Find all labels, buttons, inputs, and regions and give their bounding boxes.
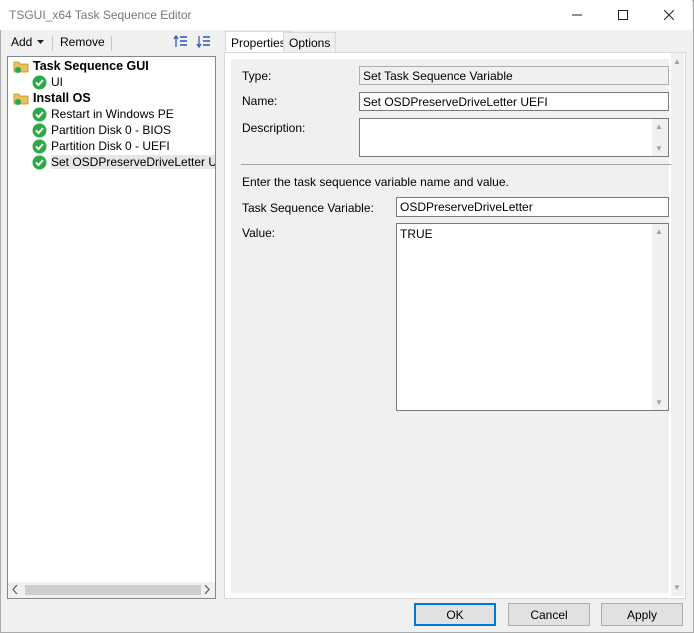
add-button[interactable]: Add — [11, 31, 45, 53]
minimize-icon — [572, 10, 582, 20]
scroll-up-icon[interactable]: ▲ — [655, 122, 663, 131]
tree-item-label: UI — [51, 75, 63, 89]
scroll-down-icon[interactable]: ▼ — [655, 398, 663, 407]
value-field[interactable]: TRUE ▲ ▼ — [396, 223, 669, 411]
variable-label: Task Sequence Variable: — [242, 201, 374, 215]
scroll-down-icon[interactable]: ▼ — [673, 583, 681, 592]
tab-label: Properties — [231, 35, 286, 50]
close-button[interactable] — [646, 0, 692, 30]
toolbar-divider — [111, 36, 112, 51]
cancel-button[interactable]: Cancel — [508, 603, 590, 626]
value-scrollbar[interactable]: ▲ ▼ — [652, 224, 668, 410]
tree-item-label: Partition Disk 0 - UEFI — [51, 139, 170, 153]
scroll-down-icon[interactable]: ▼ — [655, 144, 663, 153]
scroll-up-icon[interactable]: ▲ — [655, 227, 663, 236]
properties-panel: Type: Set Task Sequence Variable Name: S… — [224, 52, 686, 599]
type-field: Set Task Sequence Variable — [359, 66, 669, 85]
window-title: TSGUI_x64 Task Sequence Editor — [9, 8, 192, 22]
scroll-right-icon[interactable] — [204, 585, 210, 594]
type-label: Type: — [242, 69, 272, 83]
instruction-text: Enter the task sequence variable name an… — [242, 175, 509, 189]
tab-options[interactable]: Options — [283, 32, 337, 52]
tree-group-label: Install OS — [33, 91, 91, 105]
type-value: Set Task Sequence Variable — [363, 68, 513, 83]
name-field[interactable]: Set OSDPreserveDriveLetter UEFI — [359, 92, 669, 111]
cancel-button-label: Cancel — [530, 607, 568, 622]
ok-button[interactable]: OK — [414, 603, 496, 626]
description-label: Description: — [242, 121, 306, 135]
tab-label: Options — [289, 35, 331, 50]
scroll-up-icon[interactable]: ▲ — [673, 57, 681, 66]
tree-item-label: Restart in Windows PE — [51, 107, 174, 121]
tree-item-ui[interactable]: UI — [32, 74, 63, 90]
tree-item-restart-in-windows-pe[interactable]: Restart in Windows PE — [32, 106, 174, 122]
value-label: Value: — [242, 226, 276, 240]
scrollbar-thumb[interactable] — [25, 585, 201, 595]
close-icon — [664, 10, 674, 20]
minimize-button[interactable] — [554, 0, 600, 30]
tree-group-label: Task Sequence GUI — [33, 59, 149, 73]
apply-button[interactable]: Apply — [601, 603, 683, 626]
tree-horizontal-scrollbar[interactable] — [8, 582, 215, 598]
value-value: TRUE — [400, 227, 433, 241]
tree-group-task-sequence-gui[interactable]: Task Sequence GUI — [13, 58, 149, 74]
ok-button-label: OK — [446, 607, 464, 622]
tree-item-partition-disk-uefi[interactable]: Partition Disk 0 - UEFI — [32, 138, 170, 154]
success-check-icon — [32, 139, 47, 154]
name-label: Name: — [242, 94, 278, 108]
description-field[interactable]: ▲ ▼ — [359, 118, 669, 157]
title-bar: TSGUI_x64 Task Sequence Editor — [0, 0, 692, 30]
apply-button-label: Apply — [626, 607, 658, 622]
folder-icon — [13, 91, 29, 105]
section-divider — [241, 164, 671, 165]
success-check-icon — [32, 155, 47, 170]
properties-content: Type: Set Task Sequence Variable Name: S… — [231, 59, 671, 593]
success-check-icon — [32, 123, 47, 138]
tree-item-set-osdpreservedriveletter-uefi[interactable]: Set OSDPreserveDriveLetter UEFI — [32, 154, 215, 170]
move-up-button[interactable] — [173, 34, 189, 50]
tree-toolbar: Add Remove — [0, 31, 220, 55]
chevron-down-icon — [37, 40, 45, 44]
tree-group-install-os[interactable]: Install OS — [13, 90, 91, 106]
panel-scrollbar[interactable]: ▲ ▼ — [671, 53, 684, 596]
maximize-icon — [618, 10, 628, 20]
tab-properties[interactable]: Properties — [225, 31, 292, 53]
move-down-button[interactable] — [196, 34, 212, 50]
task-sequence-tree[interactable]: Task Sequence GUI UI Install OS Restart … — [7, 56, 216, 599]
success-check-icon — [32, 107, 47, 122]
tree-item-label: Partition Disk 0 - BIOS — [51, 123, 172, 137]
description-scrollbar[interactable]: ▲ ▼ — [652, 119, 668, 156]
move-up-icon — [173, 34, 189, 50]
maximize-button[interactable] — [600, 0, 646, 30]
success-check-icon — [32, 75, 47, 90]
variable-field[interactable]: OSDPreserveDriveLetter — [396, 197, 669, 217]
remove-button-label: Remove — [60, 35, 105, 49]
folder-icon — [13, 59, 29, 73]
name-value: Set OSDPreserveDriveLetter UEFI — [363, 94, 548, 109]
tree-item-partition-disk-bios[interactable]: Partition Disk 0 - BIOS — [32, 122, 171, 138]
scroll-left-icon[interactable] — [12, 585, 18, 594]
toolbar-divider — [52, 36, 53, 51]
remove-button[interactable]: Remove — [60, 31, 105, 53]
variable-value: OSDPreserveDriveLetter — [400, 200, 533, 214]
tree-item-label: Set OSDPreserveDriveLetter UEFI — [51, 155, 215, 169]
move-down-icon — [196, 34, 212, 50]
add-button-label: Add — [11, 35, 33, 49]
